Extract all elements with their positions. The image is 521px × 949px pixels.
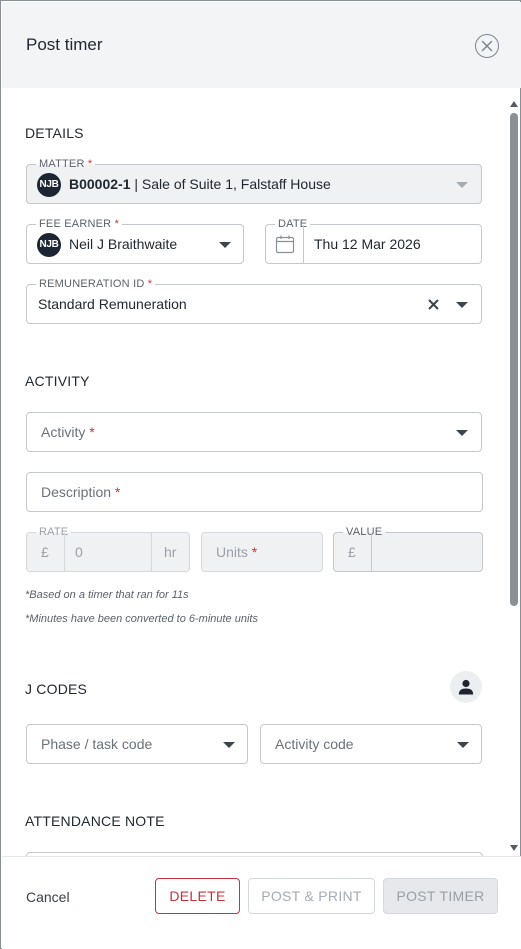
person-icon	[458, 679, 474, 695]
delete-button[interactable]: DELETE	[155, 878, 240, 914]
value-field: VALUE £	[333, 525, 483, 572]
avatar: NJB	[37, 173, 61, 197]
timer-note: *Based on a timer that ran for 11s	[25, 589, 189, 601]
section-title-attendance-note: ATTENDANCE NOTE	[25, 813, 165, 829]
panel-footer: Cancel DELETE POST & PRINT POST TIMER	[2, 856, 521, 949]
close-icon[interactable]	[475, 34, 499, 58]
activity-select[interactable]: Activity *	[26, 412, 482, 452]
chevron-down-icon	[219, 242, 231, 248]
rate-field: RATE £ 0 hr	[26, 525, 190, 572]
activity-placeholder: Activity *	[41, 424, 95, 440]
activity-code-select[interactable]: Activity code	[260, 724, 482, 764]
rate-unit: hr	[164, 544, 177, 560]
fee-earner-select[interactable]: FEE EARNER * NJB Neil J Braithwaite	[26, 217, 244, 264]
date-value: Thu 12 Mar 2026	[314, 236, 421, 252]
units-field: Units *	[201, 532, 323, 572]
value-currency: £	[348, 544, 356, 560]
description-input[interactable]: Description *	[26, 472, 483, 512]
matter-value: B00002-1 | Sale of Suite 1, Falstaff Hou…	[69, 176, 331, 192]
panel-header: Post timer	[2, 2, 521, 88]
activity-code-placeholder: Activity code	[275, 736, 354, 752]
remuneration-value: Standard Remuneration	[38, 296, 187, 312]
matter-code: B00002-1	[69, 176, 131, 192]
matter-select[interactable]: MATTER * NJB B00002-1 | Sale of Suite 1,…	[26, 157, 482, 204]
scroll-up-arrow-icon[interactable]	[510, 101, 518, 107]
fee-earner-value: Neil J Braithwaite	[69, 236, 178, 252]
fee-earner-label: FEE EARNER *	[36, 217, 123, 231]
scrollbar-thumb[interactable]	[510, 113, 518, 606]
post-timer-panel: Post timer DETAILS MATTER * NJB B00002-1…	[0, 0, 521, 949]
cancel-button[interactable]: Cancel	[26, 889, 70, 905]
chevron-down-icon	[456, 430, 468, 436]
phase-task-code-select[interactable]: Phase / task code	[26, 724, 248, 764]
units-placeholder: Units *	[216, 544, 258, 560]
post-timer-button[interactable]: POST TIMER	[383, 878, 498, 914]
matter-label: MATTER *	[36, 157, 96, 171]
post-and-print-button[interactable]: POST & PRINT	[248, 878, 375, 914]
remuneration-label: REMUNERATION ID *	[36, 277, 156, 291]
scroll-down-arrow-icon[interactable]	[510, 845, 518, 851]
section-title-activity: ACTIVITY	[25, 373, 90, 389]
section-title-details: DETAILS	[25, 125, 84, 141]
chevron-down-icon	[457, 742, 469, 748]
panel-title: Post timer	[26, 35, 103, 54]
phase-task-code-placeholder: Phase / task code	[41, 736, 153, 752]
remuneration-select[interactable]: REMUNERATION ID * Standard Remuneration	[26, 277, 482, 324]
calendar-button[interactable]	[266, 225, 304, 263]
matter-description: Sale of Suite 1, Falstaff House	[141, 176, 331, 192]
rate-value: 0	[75, 544, 83, 560]
rate-currency: £	[41, 544, 49, 560]
calendar-icon	[275, 235, 295, 254]
description-placeholder: Description *	[41, 484, 121, 500]
chevron-down-icon	[223, 742, 235, 748]
form-scroll-area: DETAILS MATTER * NJB B00002-1 | Sale of …	[2, 88, 521, 856]
person-button[interactable]	[450, 671, 482, 703]
chevron-down-icon	[456, 302, 468, 308]
clear-x-icon[interactable]	[428, 299, 439, 310]
minutes-note: *Minutes have been converted to 6-minute…	[25, 613, 258, 625]
date-picker[interactable]: DATE Thu 12 Mar 2026	[265, 217, 482, 264]
section-title-jcodes: J CODES	[25, 681, 88, 697]
chevron-down-icon	[456, 182, 468, 188]
scrollbar[interactable]	[508, 98, 521, 856]
avatar: NJB	[37, 233, 61, 257]
